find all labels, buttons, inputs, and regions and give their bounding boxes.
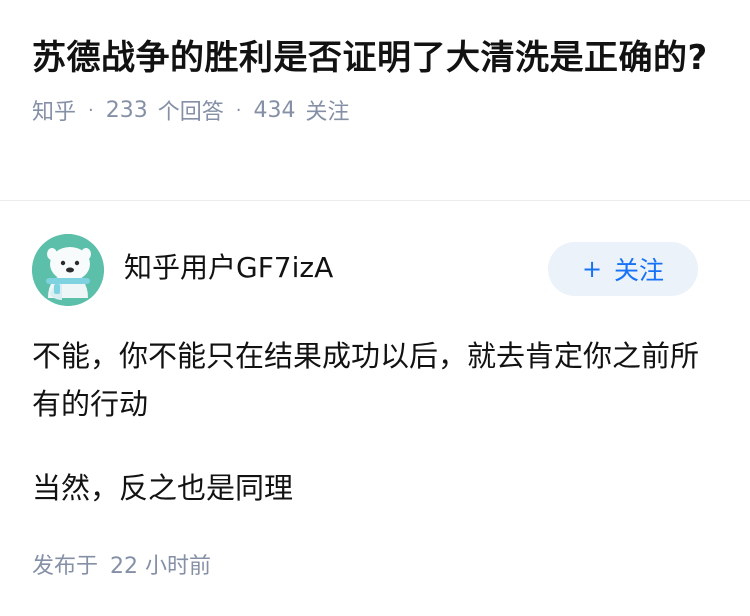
publish-time: 发布于 22 小时前 <box>32 548 211 580</box>
question-header: 苏德战争的胜利是否证明了大清洗是正确的? 知乎 · 233 个回答 · 434 … <box>32 30 722 126</box>
plus-icon: + <box>581 255 603 283</box>
published-time-value: 22 小时前 <box>110 554 212 579</box>
answer-count: 233 <box>105 97 148 123</box>
avatar[interactable] <box>32 234 104 306</box>
question-meta: 知乎 · 233 个回答 · 434 关注 <box>32 94 722 126</box>
answer-paragraph: 不能，你不能只在结果成功以后，就去肯定你之前所有的行动 <box>32 339 700 421</box>
answer-body: 不能，你不能只在结果成功以后，就去肯定你之前所有的行动 当然，反之也是同理 <box>32 332 712 548</box>
separator-dot: · <box>88 99 94 121</box>
follow-button-label: 关注 <box>614 256 665 285</box>
answer-paragraph: 当然，反之也是同理 <box>32 471 294 505</box>
question-title[interactable]: 苏德战争的胜利是否证明了大清洗是正确的? <box>32 30 722 86</box>
follower-count: 434 <box>253 97 296 123</box>
follower-count-label: 关注 <box>305 100 350 125</box>
author-row: 知乎用户GF7izA + 关注 <box>32 234 698 306</box>
answer-count-label: 个回答 <box>157 100 224 125</box>
cartoon-avatar-icon <box>32 234 104 306</box>
source-label[interactable]: 知乎 <box>32 94 76 126</box>
published-label: 发布于 <box>32 554 99 579</box>
follow-button[interactable]: + 关注 <box>548 242 698 296</box>
section-divider <box>0 200 750 201</box>
separator-dot: · <box>235 99 242 121</box>
author-name[interactable]: 知乎用户GF7izA <box>124 250 333 286</box>
